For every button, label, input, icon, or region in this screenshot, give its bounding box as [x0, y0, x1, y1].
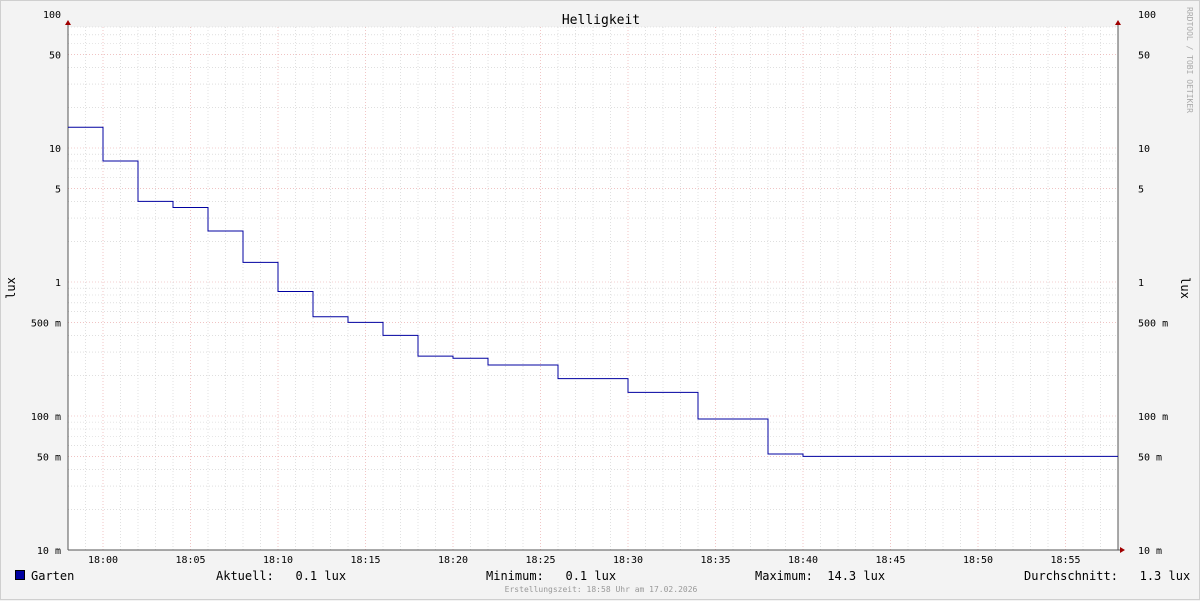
x-tick-label: 18:40 [788, 555, 818, 566]
y-tick-label-right: 100 m [1138, 412, 1168, 423]
y-axis-label-left: lux [4, 277, 18, 299]
y-axis-left-arrow [65, 20, 71, 25]
y-tick-label-left: 500 m [31, 318, 61, 329]
x-tick-label: 18:25 [525, 555, 555, 566]
y-tick-label-left: 100 m [31, 412, 61, 423]
x-tick-label: 18:00 [88, 555, 118, 566]
x-tick-label: 18:35 [700, 555, 730, 566]
stat-min-label: Minimum: [486, 569, 544, 583]
y-tick-label-left: 1 [55, 278, 61, 289]
rrdtool-watermark: RRDTOOL / TOBI OETIKER [1185, 7, 1194, 113]
stat-average: Durchschnitt: 1.3 lux [1024, 569, 1190, 583]
chart-title: Helligkeit [562, 13, 640, 28]
x-tick-label: 18:15 [350, 555, 380, 566]
y-tick-label-right: 100 [1138, 10, 1156, 21]
y-tick-label-left: 50 m [37, 452, 61, 463]
y-tick-label-left: 50 [49, 50, 61, 61]
y-tick-label-right: 1 [1138, 278, 1144, 289]
y-tick-label-left: 5 [55, 184, 61, 195]
x-tick-label: 18:45 [875, 555, 905, 566]
stat-min-value: 0.1 lux [565, 569, 617, 583]
chart-frame: Helligkeitluxlux50 k50 k10 k10 k5 k5 k1 … [0, 0, 1200, 600]
stat-max-value: 14.3 lux [827, 569, 886, 583]
legend-label: Garten [31, 569, 75, 583]
y-tick-label-left: 100 [43, 10, 61, 21]
stat-current: Aktuell: 0.1 lux [216, 569, 346, 583]
y-tick-label-right: 500 m [1138, 318, 1168, 329]
x-tick-label: 18:30 [613, 555, 643, 566]
x-tick-label: 18:50 [963, 555, 993, 566]
legend-swatch [15, 570, 25, 580]
chart-svg: Helligkeitluxlux50 k50 k10 k10 k5 k5 k1 … [4, 10, 1192, 566]
y-axis-right-arrow [1115, 20, 1121, 25]
y-tick-label-right: 50 m [1138, 452, 1162, 463]
stat-current-label: Aktuell: [216, 569, 274, 583]
x-tick-label: 18:10 [263, 555, 293, 566]
y-tick-label-right: 50 [1138, 50, 1150, 61]
x-tick-label: 18:05 [175, 555, 205, 566]
y-axis-label-right: lux [1178, 277, 1192, 299]
x-axis-arrow [1120, 547, 1125, 553]
stat-current-value: 0.1 lux [295, 569, 347, 583]
creation-time-footer: Erstellungszeit: 18:58 Uhr am 17.02.2026 [504, 585, 698, 594]
y-tick-label-left: 10 m [37, 546, 61, 557]
stat-avg-label: Durchschnitt: [1024, 569, 1118, 583]
stat-avg-value: 1.3 lux [1139, 569, 1191, 583]
stat-maximum: Maximum: 14.3 lux [755, 569, 885, 583]
y-tick-label-right: 10 [1138, 144, 1150, 155]
x-tick-label: 18:20 [438, 555, 468, 566]
y-tick-label-left: 10 [49, 144, 61, 155]
y-tick-label-right: 5 [1138, 184, 1144, 195]
y-tick-label-right: 10 m [1138, 546, 1162, 557]
x-tick-label: 18:55 [1050, 555, 1080, 566]
legend-entry: Garten [15, 569, 74, 583]
stat-minimum: Minimum: 0.1 lux [486, 569, 616, 583]
stat-max-label: Maximum: [755, 569, 813, 583]
